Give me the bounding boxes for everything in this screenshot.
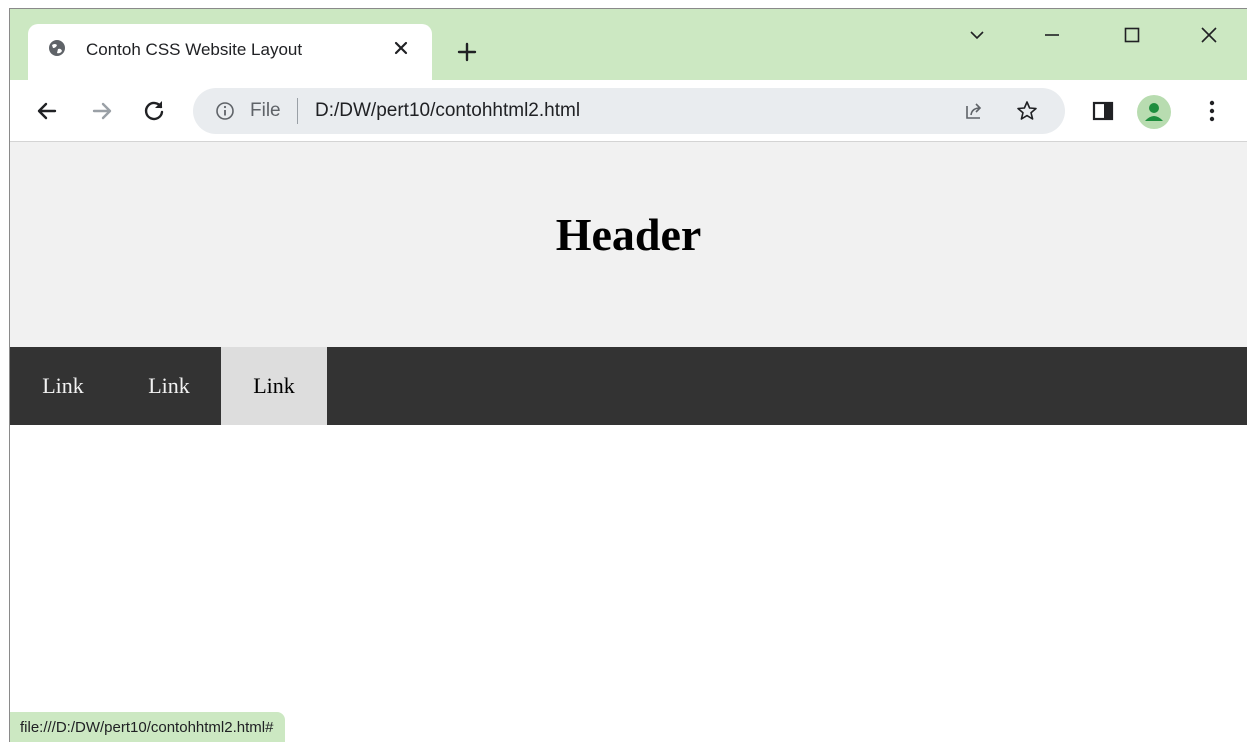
nav-link-1[interactable]: Link bbox=[10, 347, 116, 425]
browser-toolbar: File D:/DW/pert10/contohhtml2.html bbox=[10, 80, 1247, 142]
nav-link-2[interactable]: Link bbox=[116, 347, 222, 425]
url-scheme-label: File bbox=[250, 100, 281, 121]
more-options-icon[interactable] bbox=[1200, 98, 1224, 124]
browser-window: Contoh CSS Website Layout File D:/DW/per… bbox=[9, 8, 1247, 742]
tab-title: Contoh CSS Website Layout bbox=[86, 40, 303, 59]
side-panel-icon[interactable] bbox=[1092, 100, 1114, 122]
url-text[interactable]: D:/DW/pert10/contohhtml2.html bbox=[315, 100, 580, 122]
profile-avatar[interactable] bbox=[1137, 95, 1171, 129]
maximize-icon[interactable] bbox=[1120, 23, 1144, 47]
info-icon[interactable] bbox=[215, 101, 235, 121]
tab-strip: Contoh CSS Website Layout bbox=[10, 9, 1247, 80]
top-navigation: Link Link Link bbox=[10, 347, 1247, 425]
omnibox-separator bbox=[297, 98, 298, 124]
forward-arrow-icon[interactable] bbox=[89, 98, 115, 124]
new-tab-icon[interactable] bbox=[456, 41, 478, 63]
bookmark-star-icon[interactable] bbox=[1015, 99, 1039, 123]
browser-tab[interactable]: Contoh CSS Website Layout bbox=[28, 24, 432, 80]
back-arrow-icon[interactable] bbox=[34, 98, 60, 124]
person-icon bbox=[1145, 103, 1163, 121]
page-header: Header bbox=[10, 142, 1247, 347]
chevron-down-icon[interactable] bbox=[965, 23, 989, 47]
close-tab-icon[interactable] bbox=[390, 37, 412, 59]
minimize-icon[interactable] bbox=[1040, 23, 1064, 47]
status-bar-url: file:///D:/DW/pert10/contohhtml2.html# bbox=[10, 712, 286, 742]
nav-link-3[interactable]: Link bbox=[221, 347, 327, 425]
web-page: Header Link Link Link bbox=[10, 142, 1247, 742]
reload-icon[interactable] bbox=[141, 98, 167, 124]
share-icon[interactable] bbox=[963, 100, 985, 122]
address-bar[interactable]: File D:/DW/pert10/contohhtml2.html bbox=[193, 88, 1065, 134]
close-window-icon[interactable] bbox=[1197, 23, 1221, 47]
globe-icon bbox=[49, 40, 65, 56]
page-title: Header bbox=[555, 209, 702, 260]
